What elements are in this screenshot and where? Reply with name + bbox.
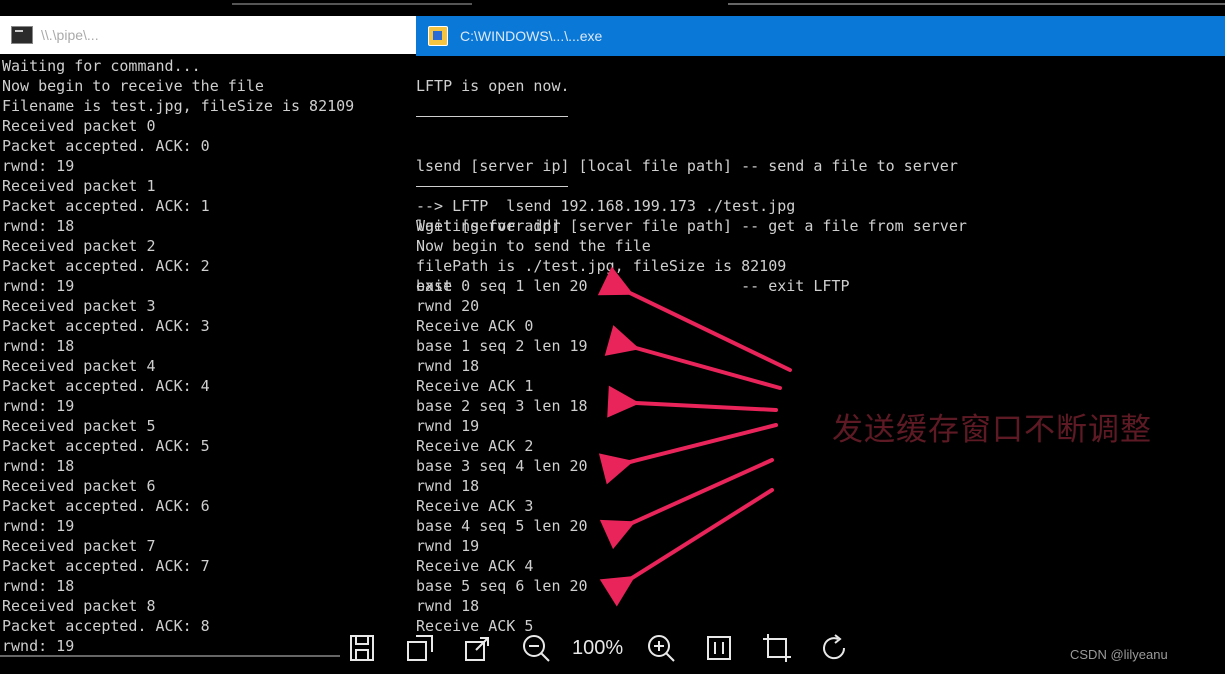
console-line: Received packet 8	[2, 597, 156, 615]
console-line: Receive ACK 1	[416, 377, 534, 395]
console-line: rwnd 20	[416, 297, 480, 315]
console-line: Received packet 3	[2, 297, 156, 315]
csdn-watermark: CSDN @lilyeanu	[1070, 647, 1168, 662]
console-line: Packet accepted. ACK: 6	[2, 497, 210, 515]
sender-log: --> LFTP lsend 192.168.199.173 ./test.jp…	[416, 196, 795, 636]
console-line: Received packet 6	[2, 477, 156, 495]
rotate-icon	[823, 634, 846, 660]
console-line: rwnd 19	[416, 417, 480, 435]
sender-titlebar[interactable]: C:\WINDOWS\...\...exe	[416, 16, 1225, 56]
console-line: Receive ACK 0	[416, 317, 534, 335]
console-line: Now begin to send the file	[416, 237, 651, 255]
console-line: Packet accepted. ACK: 1	[2, 197, 210, 215]
rotate-button[interactable]	[813, 630, 857, 666]
sender-window-title: C:\WINDOWS\...\...exe	[460, 28, 603, 44]
console-line: Packet accepted. ACK: 8	[2, 617, 210, 635]
zoom-in-icon	[648, 635, 675, 662]
console-line: Packet accepted. ACK: 0	[2, 137, 210, 155]
console-line: rwnd: 19	[2, 157, 75, 175]
console-line: base 1 seq 2 len 19	[416, 337, 588, 355]
console-line: rwnd: 19	[2, 397, 75, 415]
receiver-console-output: Waiting for command... Now begin to recei…	[2, 56, 354, 656]
console-line: rwnd 19	[416, 537, 480, 555]
console-line: base 3 seq 4 len 20	[416, 457, 588, 475]
crop-icon	[763, 634, 792, 662]
receiver-window-title: \\.\pipe\...	[41, 27, 99, 43]
console-line: Waiting for command...	[2, 57, 201, 75]
console-line: rwnd: 18	[2, 217, 75, 235]
console-line: filePath is ./test.jpg, fileSize is 8210…	[416, 257, 787, 275]
console-line: Packet accepted. ACK: 3	[2, 317, 210, 335]
console-line: rwnd: 19	[2, 517, 75, 535]
exe-app-icon	[428, 26, 448, 46]
fit-page-icon	[707, 636, 732, 660]
divider	[416, 186, 568, 187]
console-line: Receive ACK 2	[416, 437, 534, 455]
console-line: Received packet 4	[2, 357, 156, 375]
console-app-icon	[11, 26, 33, 44]
console-line: rwnd: 19	[2, 277, 75, 295]
console-line: base 2 seq 3 len 18	[416, 397, 588, 415]
image-viewer-toolbar: 100%	[340, 626, 871, 670]
console-line: Received packet 0	[2, 117, 156, 135]
help-lsend: lsend [server ip] [local file path] -- s…	[416, 157, 958, 175]
console-line: base 5 seq 6 len 20	[416, 577, 588, 595]
top-strip-segment	[728, 3, 1225, 5]
console-line: Packet accepted. ACK: 2	[2, 257, 210, 275]
edit-image-icon	[407, 635, 433, 661]
console-line: Received packet 1	[2, 177, 156, 195]
console-line: Receive ACK 3	[416, 497, 534, 515]
console-line: rwnd: 18	[2, 337, 75, 355]
zoom-in-button[interactable]	[639, 630, 683, 666]
console-line: Receive ACK 4	[416, 557, 534, 575]
fit-page-button[interactable]	[697, 630, 741, 666]
receiver-titlebar[interactable]: \\.\pipe\...	[0, 16, 416, 54]
save-icon	[350, 635, 374, 661]
share-icon	[465, 637, 489, 661]
console-line: base 4 seq 5 len 20	[416, 517, 588, 535]
console-line: --> LFTP lsend 192.168.199.173 ./test.jp…	[416, 197, 796, 215]
console-line: Waiting for addr	[416, 217, 561, 235]
zoom-level: 100%	[572, 636, 624, 659]
crop-button[interactable]	[755, 630, 799, 666]
share-button[interactable]	[456, 630, 500, 666]
console-line: rwnd: 18	[2, 457, 75, 475]
zoom-out-icon	[523, 635, 550, 662]
console-line: rwnd: 19	[2, 637, 75, 655]
receiver-console-window[interactable]: \\.\pipe\... Waiting for command... Now b…	[0, 16, 416, 656]
console-line: rwnd: 18	[2, 577, 75, 595]
console-line: Packet accepted. ACK: 5	[2, 437, 210, 455]
window-adjust-annotation: 发送缓存窗口不断调整	[832, 412, 1152, 448]
console-line: Received packet 2	[2, 237, 156, 255]
lftp-open-message: LFTP is open now.	[416, 77, 570, 95]
sender-console-output: LFTP is open now. lsend [server ip] [loc…	[416, 76, 967, 635]
console-line: Received packet 5	[2, 417, 156, 435]
console-line: rwnd 18	[416, 597, 480, 615]
top-strip	[0, 0, 1225, 16]
sender-console-window[interactable]: C:\WINDOWS\...\...exe LFTP is open now. …	[416, 16, 1225, 656]
zoom-out-button[interactable]	[514, 630, 558, 666]
edit-image-button[interactable]	[398, 630, 442, 666]
top-strip-segment	[232, 3, 472, 5]
window-bottom-edge	[0, 655, 340, 657]
console-line: Now begin to receive the file	[2, 77, 264, 95]
console-line: Packet accepted. ACK: 7	[2, 557, 210, 575]
console-line: rwnd 18	[416, 357, 480, 375]
save-button[interactable]	[340, 630, 384, 666]
console-line: Packet accepted. ACK: 4	[2, 377, 210, 395]
console-line: rwnd 18	[416, 477, 480, 495]
console-line: Filename is test.jpg, fileSize is 82109	[2, 97, 355, 115]
console-line: Received packet 7	[2, 537, 156, 555]
console-line: base 0 seq 1 len 20	[416, 277, 588, 295]
